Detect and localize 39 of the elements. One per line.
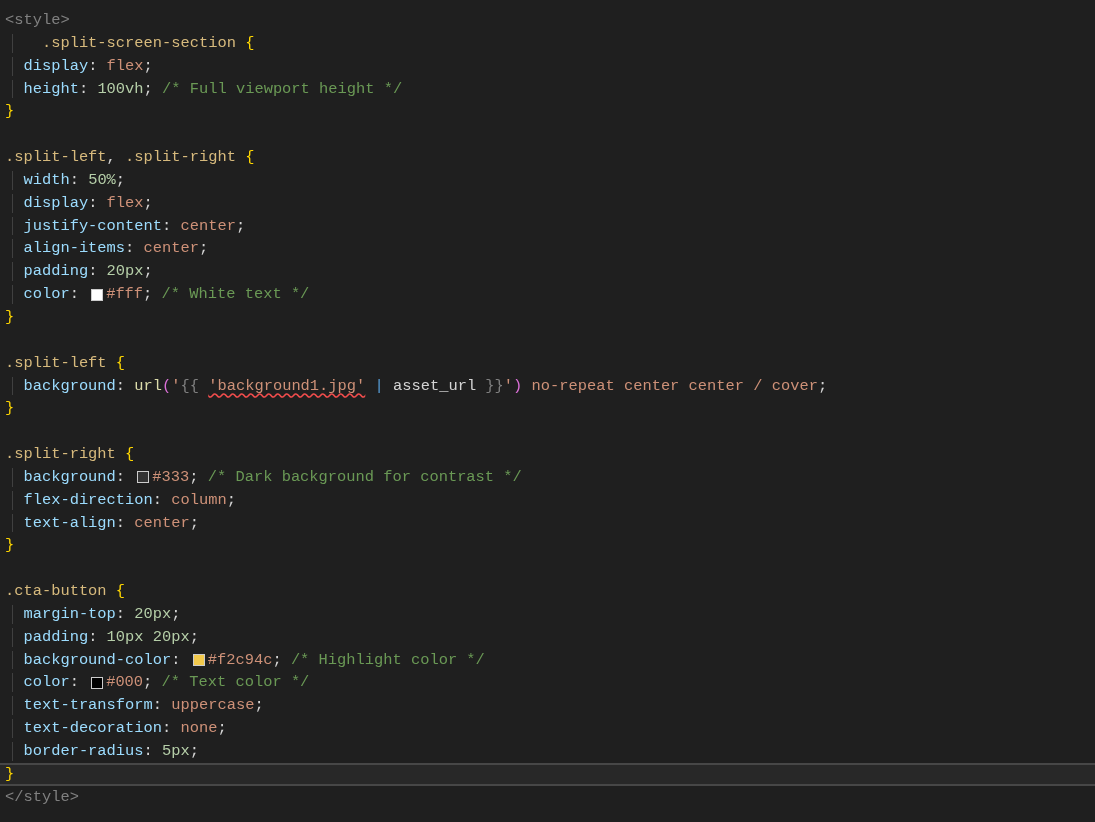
code-text: padding: 20px;: [22, 261, 153, 283]
code-text: background:: [22, 466, 127, 488]
code-text: background: url('{{ 'background1.jpg' | asset_url }}') no-repeat center center / cover;: [22, 375, 828, 397]
code-text: .split-screen-section {: [40, 32, 255, 54]
code-text: color:: [22, 672, 80, 694]
code-text: height: 100vh; /* Full viewport height */: [22, 78, 403, 100]
code-text: .split-right {: [5, 444, 135, 466]
code-text: text-align: center;: [22, 512, 199, 534]
code-text: .split-left {: [5, 352, 126, 374]
code-text: text-decoration: none;: [22, 718, 227, 740]
code-text: }: [5, 763, 15, 785]
code-text: color:: [22, 284, 80, 306]
code-text: justify-content: center;: [22, 215, 246, 237]
code-text: display: flex;: [22, 55, 153, 77]
code-text: </style>: [5, 786, 79, 808]
code-text: #333; /* Dark background for contrast */: [152, 466, 522, 488]
color-swatch-icon[interactable]: [91, 288, 104, 301]
color-swatch-icon[interactable]: [137, 471, 150, 484]
code-text: }: [5, 306, 15, 328]
code-text: <style>: [5, 10, 70, 31]
code-text: .split-left, .split-right {: [5, 147, 255, 169]
code-text: text-transform: uppercase;: [22, 695, 264, 717]
code-text: display: flex;: [22, 192, 153, 214]
code-text: background-color:: [22, 649, 182, 671]
code-text: width: 50%;: [22, 169, 126, 191]
code-text: padding: 10px 20px;: [22, 626, 199, 648]
code-text: }: [5, 398, 15, 420]
code-text: margin-top: 20px;: [22, 603, 181, 625]
code-text: .cta-button {: [5, 581, 126, 603]
code-text: align-items: center;: [22, 238, 209, 260]
code-text: }: [5, 101, 15, 123]
code-text: #fff; /* White text */: [106, 284, 310, 306]
code-text: flex-direction: column;: [22, 489, 236, 511]
code-text: #f2c94c; /* Highlight color */: [207, 649, 485, 671]
color-swatch-icon[interactable]: [91, 676, 104, 689]
code-text: border-radius: 5px;: [22, 741, 199, 762]
code-text: }: [5, 535, 15, 557]
color-swatch-icon[interactable]: [192, 654, 205, 667]
code-text: #000; /* Text color */: [106, 672, 310, 694]
